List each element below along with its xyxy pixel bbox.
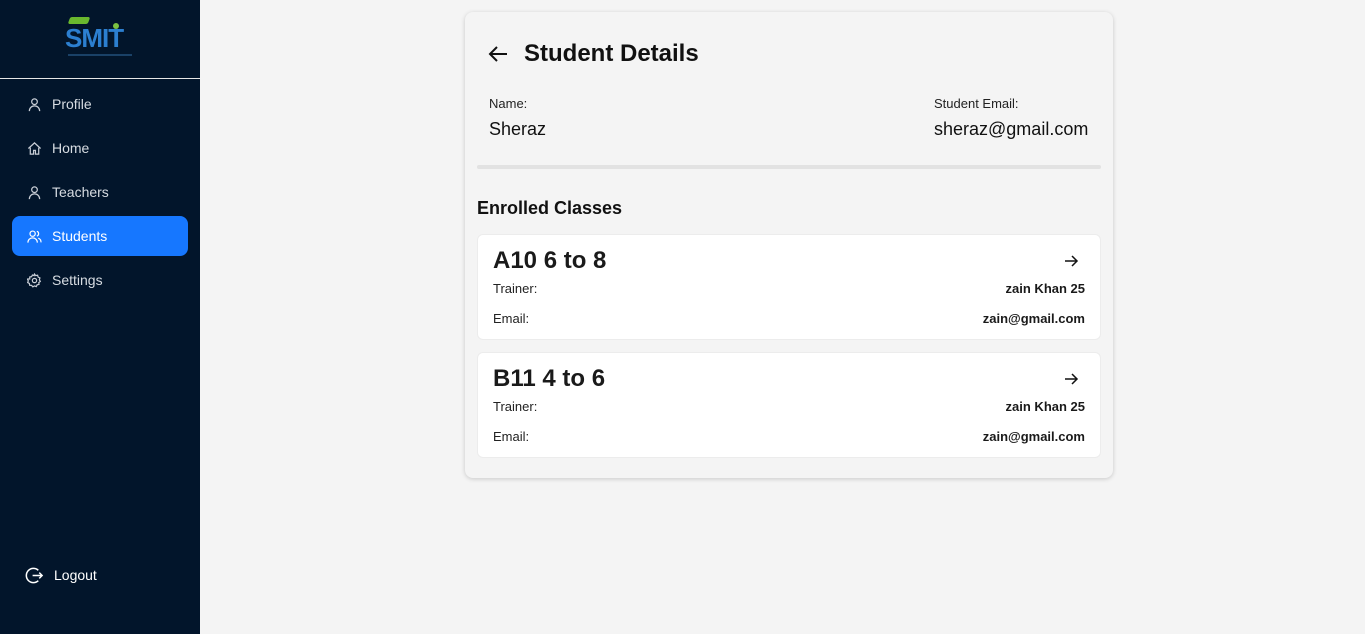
sidebar-item-label: Students: [52, 228, 108, 244]
class-card[interactable]: A10 6 to 8 Trainer: zain Khan 25 Email: …: [477, 234, 1101, 340]
class-name: A10 6 to 8: [493, 247, 607, 274]
sidebar-item-home[interactable]: Home: [12, 128, 188, 168]
logo-dot: [113, 23, 119, 29]
trainer-label: Trainer:: [493, 399, 538, 414]
sidebar-item-label: Settings: [52, 272, 103, 288]
user-icon: [26, 96, 42, 112]
users-icon: [26, 228, 42, 244]
logo-area: SMIT: [0, 0, 200, 79]
class-email-label: Email:: [493, 311, 530, 326]
sidebar-item-teachers[interactable]: Teachers: [12, 172, 188, 212]
class-email-value: zain@gmail.com: [982, 311, 1085, 326]
sidebar-item-settings[interactable]: Settings: [12, 260, 188, 300]
smit-logo[interactable]: SMIT: [65, 17, 135, 61]
logo-tagline: [68, 54, 132, 56]
student-details-card: Student Details Name: Sheraz Student Ema…: [465, 12, 1113, 478]
home-icon: [26, 140, 42, 156]
sidebar-item-profile[interactable]: Profile: [12, 84, 188, 124]
sidebar-item-label: Profile: [52, 96, 92, 112]
trainer-label: Trainer:: [493, 281, 538, 296]
gear-icon: [26, 272, 42, 288]
trainer-value: zain Khan 25: [1005, 399, 1085, 414]
sidebar-item-students[interactable]: Students: [12, 216, 188, 256]
arrow-right-icon[interactable]: [1062, 370, 1080, 388]
section-title-enrolled-classes: Enrolled Classes: [477, 198, 623, 218]
divider: [477, 165, 1101, 169]
user-icon: [26, 184, 42, 200]
arrow-right-icon[interactable]: [1062, 252, 1080, 270]
page-title: Student Details: [524, 40, 699, 67]
email-label: Student Email:: [934, 96, 1019, 111]
trainer-value: zain Khan 25: [1005, 281, 1085, 296]
page-header: Student Details: [487, 40, 699, 68]
email-value: sheraz@gmail.com: [934, 119, 1089, 139]
name-label: Name:: [489, 96, 528, 111]
class-email-value: zain@gmail.com: [982, 429, 1085, 444]
sidebar-item-label: Home: [52, 140, 90, 156]
sidebar-item-label: Teachers: [52, 184, 109, 200]
class-email-label: Email:: [493, 429, 530, 444]
logout-icon: [24, 565, 44, 585]
sidebar-menu: Profile Home Teachers Students Settings: [12, 84, 188, 304]
class-name: B11 4 to 6: [493, 365, 606, 392]
class-card[interactable]: B11 4 to 6 Trainer: zain Khan 25 Email: …: [477, 352, 1101, 458]
logout-button[interactable]: Logout: [24, 565, 97, 585]
name-value: Sheraz: [489, 119, 547, 139]
sidebar: SMIT Profile Home Teachers Students Sett…: [0, 0, 200, 634]
logout-label: Logout: [54, 567, 97, 583]
back-arrow-icon[interactable]: [487, 43, 509, 65]
